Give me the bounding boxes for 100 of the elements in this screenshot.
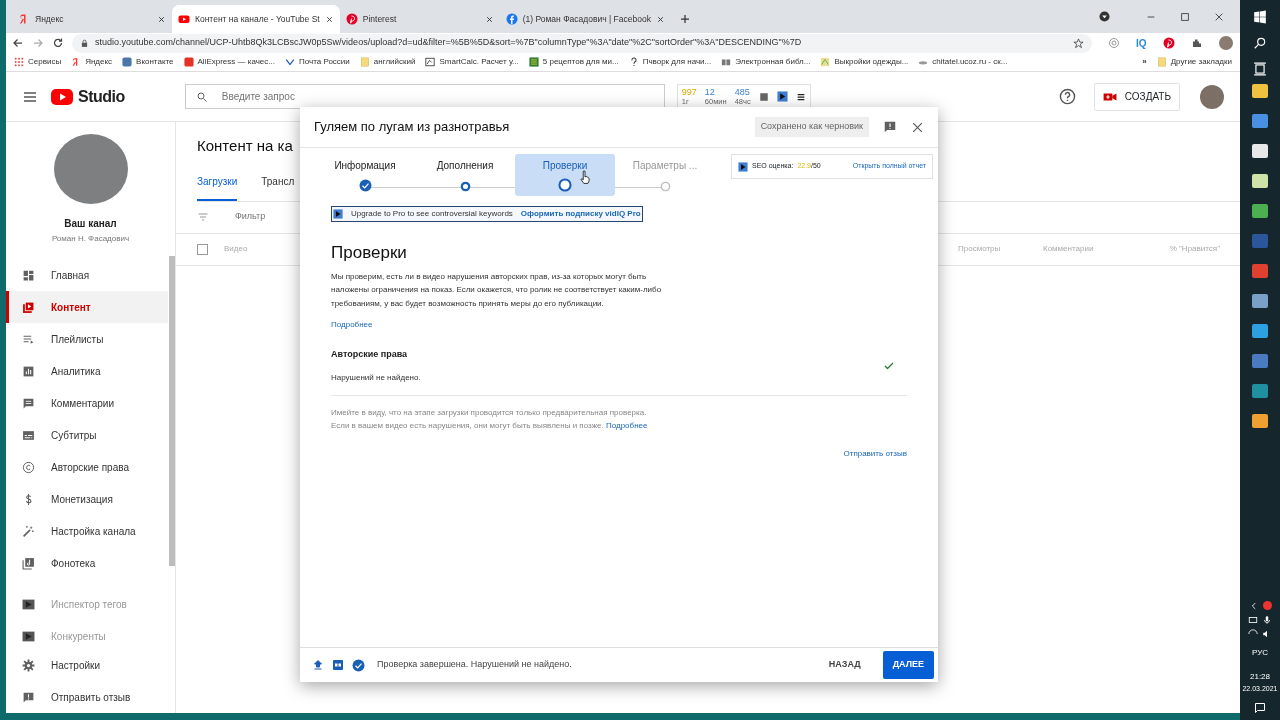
close-icon[interactable] xyxy=(1214,11,1224,22)
task-view-icon[interactable] xyxy=(1253,62,1267,76)
create-button[interactable]: СОЗДАТЬ xyxy=(1093,82,1180,111)
step-tab[interactable]: Информация xyxy=(315,154,415,196)
close-icon[interactable] xyxy=(484,14,494,24)
reload-icon[interactable] xyxy=(52,37,64,49)
sidebar-item[interactable]: Отправить отзыв xyxy=(6,681,168,713)
bookmark-link[interactable]: SmartCalc. Расчет у... xyxy=(439,56,519,68)
close-icon[interactable] xyxy=(655,14,665,24)
magic-wand-icon xyxy=(22,524,35,538)
avatar-placeholder[interactable] xyxy=(1200,84,1224,109)
new-tab-icon[interactable] xyxy=(678,13,691,25)
bookmark-link[interactable]: Выкройки одежды... xyxy=(834,56,909,68)
bookmark-link[interactable]: Вконтакте xyxy=(136,56,174,68)
scrollbar[interactable] xyxy=(169,256,175,566)
bookmark-link[interactable]: Яндекс xyxy=(85,56,113,68)
sidebar-item[interactable]: Плейлисты xyxy=(6,323,168,355)
sidebar-item[interactable]: Фонотека xyxy=(6,547,168,579)
sidebar-item[interactable]: Контент xyxy=(6,291,168,323)
sidebar-item[interactable]: Авторские права xyxy=(6,451,168,483)
address-bar[interactable]: studio.youtube.com/channel/UCP-Uhtb8Qk3LCBscJW0p5Sw/videos/upload?d=ud&filter=%5B%5D&sort=%7B"columnType"%3A"date"%2C"sortOrder"%3A"DESCENDING"%7D xyxy=(72,33,1092,53)
section-heading: Проверки xyxy=(331,242,408,264)
status-text: Проверка завершена. Нарушений не найдено. xyxy=(377,658,573,672)
channel-title: Ваш канал xyxy=(63,217,118,231)
search-field[interactable]: Введите запрос xyxy=(219,88,654,105)
back-arrow-icon[interactable] xyxy=(12,37,24,49)
check-title: Авторские права xyxy=(331,348,409,361)
vidiq-logo-icon[interactable] xyxy=(776,91,788,102)
feedback-icon xyxy=(22,690,35,704)
search-icon xyxy=(195,90,208,103)
avatar-placeholder[interactable] xyxy=(1218,36,1233,50)
bookmark-link[interactable]: Сервисы xyxy=(28,56,62,68)
bookmark-link[interactable]: Электронная библ... xyxy=(735,56,811,68)
bookmark-link[interactable]: Почта России xyxy=(298,56,350,68)
feedback-icon[interactable] xyxy=(883,120,897,134)
page-title: Контент на ка xyxy=(197,136,294,156)
microphone-icon[interactable] xyxy=(1262,614,1272,625)
tray-icon[interactable] xyxy=(1262,600,1272,610)
dashboard-icon xyxy=(22,268,35,282)
more-bookmarks-button[interactable]: » xyxy=(1142,56,1147,68)
close-icon[interactable] xyxy=(157,14,166,24)
learn-more-link[interactable]: Подробнее xyxy=(331,319,373,331)
sidebar-item[interactable]: Монетизация xyxy=(6,483,168,515)
sidebar-item[interactable]: Комментарии xyxy=(6,387,168,419)
pin-icon xyxy=(345,13,358,25)
bookmark-link[interactable]: английский xyxy=(373,56,416,68)
close-icon[interactable] xyxy=(911,120,924,134)
folder-icon xyxy=(359,57,370,67)
column-header: Видео xyxy=(224,244,248,253)
square-icon xyxy=(122,57,133,67)
check-result: Нарушений не найдено. xyxy=(331,371,422,384)
bookmark-link[interactable]: AliExpress — качес... xyxy=(197,56,275,68)
content-tab[interactable]: Загрузки xyxy=(197,173,238,201)
logo-text[interactable]: Studio xyxy=(78,84,125,109)
target-icon[interactable] xyxy=(1108,37,1120,49)
column-header: Просмотры xyxy=(958,244,1001,253)
question-icon xyxy=(628,57,639,67)
maximize-icon[interactable] xyxy=(1180,11,1190,22)
windows-logo-icon[interactable] xyxy=(1253,10,1267,24)
menu-icon[interactable] xyxy=(795,91,806,102)
browser-tab[interactable]: (1) Роман Фасадович | Facebook xyxy=(499,5,671,33)
picture-icon xyxy=(820,57,831,67)
browser-tab[interactable]: Pinterest xyxy=(339,5,500,33)
back-button[interactable]: НАЗАД xyxy=(822,657,867,673)
bookmark-link[interactable]: 5 рецептов для ми... xyxy=(542,56,619,68)
content-tab[interactable]: Трансл xyxy=(261,173,295,201)
book-icon xyxy=(721,57,732,67)
subtitles-icon xyxy=(22,428,35,442)
language-indicator[interactable]: РУС xyxy=(1252,646,1268,659)
description-text: Мы проверим, есть ли в видео нарушения авторских прав, из-за которых могут быть наложены ограничения на показ. Если окажется, что ролик не соответствует каким-либо требованиям, у вас будет возможность принять меры до его публикации. xyxy=(331,270,663,310)
sidebar-item[interactable]: Главная xyxy=(6,259,168,291)
pin-icon[interactable] xyxy=(1162,37,1175,49)
stat-value: 12 xyxy=(704,87,716,97)
close-icon[interactable] xyxy=(324,14,334,24)
bookmark-link[interactable]: chitatel.ucoz.ru - ск... xyxy=(932,56,1008,68)
music-library-icon xyxy=(22,556,35,570)
sidebar-item[interactable]: Субтитры xyxy=(6,419,168,451)
star-icon[interactable] xyxy=(1073,37,1084,49)
notification-icon[interactable] xyxy=(1254,702,1266,714)
step-tab[interactable]: Дополнения xyxy=(415,154,515,196)
browser-tab[interactable]: Контент на канале - YouTube St xyxy=(172,5,340,33)
step-tab[interactable]: Проверки xyxy=(515,154,615,196)
sidebar-item[interactable]: Аналитика xyxy=(6,355,168,387)
extension-badge[interactable]: IQ xyxy=(1136,35,1147,51)
help-icon[interactable] xyxy=(1058,88,1076,105)
checkbox[interactable] xyxy=(197,243,208,255)
upgrade-link[interactable]: Оформить подписку vidIQ Pro xyxy=(520,208,641,220)
sidebar-item[interactable]: Настройки xyxy=(6,649,168,681)
next-button[interactable]: ДАЛЕЕ xyxy=(882,651,934,679)
browser-tab[interactable]: Яндекс xyxy=(12,5,172,33)
bookmark-link[interactable]: Пчворк для начи... xyxy=(642,56,712,68)
learn-more-link[interactable]: Подробнее xyxy=(605,421,648,430)
profile-dropdown-icon[interactable] xyxy=(1099,11,1110,22)
bookmark-link[interactable]: Другие закладки xyxy=(1170,56,1232,68)
square-icon[interactable] xyxy=(758,91,769,102)
f-logo-icon xyxy=(505,13,518,25)
feedback-link[interactable]: Отправить отзыв xyxy=(843,448,907,458)
clock-time[interactable]: 21:28 xyxy=(1250,670,1270,683)
search-icon[interactable] xyxy=(1253,36,1267,50)
sidebar-item[interactable]: Настройка канала xyxy=(6,515,168,547)
